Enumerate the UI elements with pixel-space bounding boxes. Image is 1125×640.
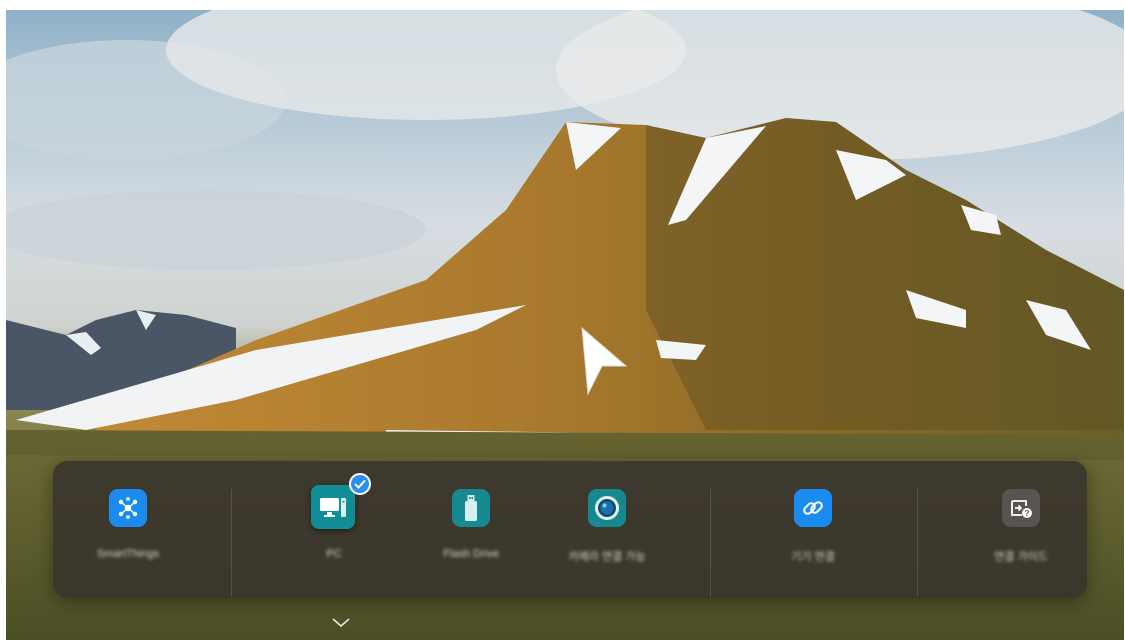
svg-text:?: ? <box>1025 509 1030 518</box>
chevron-down-icon[interactable] <box>332 618 350 628</box>
dock-item-connection[interactable]: 기기 연결 <box>748 461 878 598</box>
dock-item-label: Flash Drive <box>443 548 499 560</box>
dock-item-label: 기기 연결 <box>791 551 835 563</box>
link-icon <box>794 489 832 527</box>
dock-item-label: PC <box>326 548 342 560</box>
dock-item-pc[interactable]: PC <box>269 461 399 598</box>
dock-divider <box>231 489 232 597</box>
checkmark-icon <box>349 473 371 495</box>
pc-monitor-icon <box>311 485 355 529</box>
dock-divider <box>917 489 918 597</box>
cursor-pointer-icon <box>581 326 628 396</box>
dock-item-label: SmartThings <box>96 548 160 560</box>
usb-drive-icon <box>452 489 490 527</box>
dock-item-label: 연결 가이드 <box>994 551 1048 563</box>
dock-divider <box>710 489 711 597</box>
dock-item-flash-drive[interactable]: Flash Drive <box>406 461 536 598</box>
dock-item-smartthings[interactable]: SmartThings <box>63 461 193 598</box>
dock-item-source-guide[interactable]: ? 연결 가이드 <box>956 461 1086 598</box>
dock-item-label: 카메라 연결 가능 <box>568 551 646 563</box>
camera-lens-icon <box>588 489 626 527</box>
source-help-icon: ? <box>1002 489 1040 527</box>
source-dock: SmartThings PC Flash Drive 카메라 연결 가능 기기 … <box>53 461 1087 598</box>
dock-item-camera[interactable]: 카메라 연결 가능 <box>542 461 672 598</box>
smartthings-icon <box>109 489 147 527</box>
